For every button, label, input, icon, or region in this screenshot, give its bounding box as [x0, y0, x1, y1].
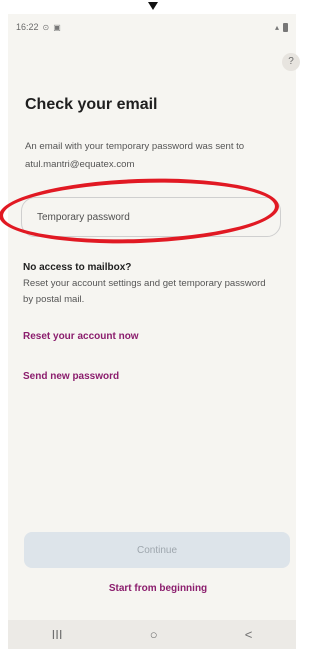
continue-button[interactable]: Continue	[24, 532, 290, 568]
status-right: ▴	[274, 22, 288, 32]
reset-account-link[interactable]: Reset your account now	[23, 331, 139, 342]
status-bar: 16:22 ⊙ ▣ ▴	[16, 20, 288, 34]
android-navigation-bar: III ○ <	[8, 620, 296, 649]
status-left: 16:22 ⊙ ▣	[16, 22, 61, 32]
battery-icon	[283, 22, 288, 32]
home-button[interactable]: ○	[150, 627, 158, 642]
alarm-icon: ⊙	[42, 22, 50, 32]
no-access-description: Reset your account settings and get temp…	[23, 278, 266, 305]
back-button[interactable]: <	[245, 627, 253, 642]
signal-icon: ▴	[274, 22, 279, 32]
recent-apps-button[interactable]: III	[52, 627, 63, 642]
lock-icon: ▣	[53, 22, 61, 32]
page-title: Check your email	[25, 96, 158, 113]
help-button[interactable]: ?	[282, 53, 300, 71]
start-from-beginning-link[interactable]: Start from beginning	[93, 583, 223, 594]
no-access-title: No access to mailbox?	[23, 262, 132, 273]
send-new-password-link[interactable]: Send new password	[23, 371, 119, 382]
status-time: 16:22	[16, 22, 39, 32]
email-sent-message: An email with your temporary password wa…	[25, 141, 245, 170]
down-arrow-icon	[148, 2, 158, 10]
